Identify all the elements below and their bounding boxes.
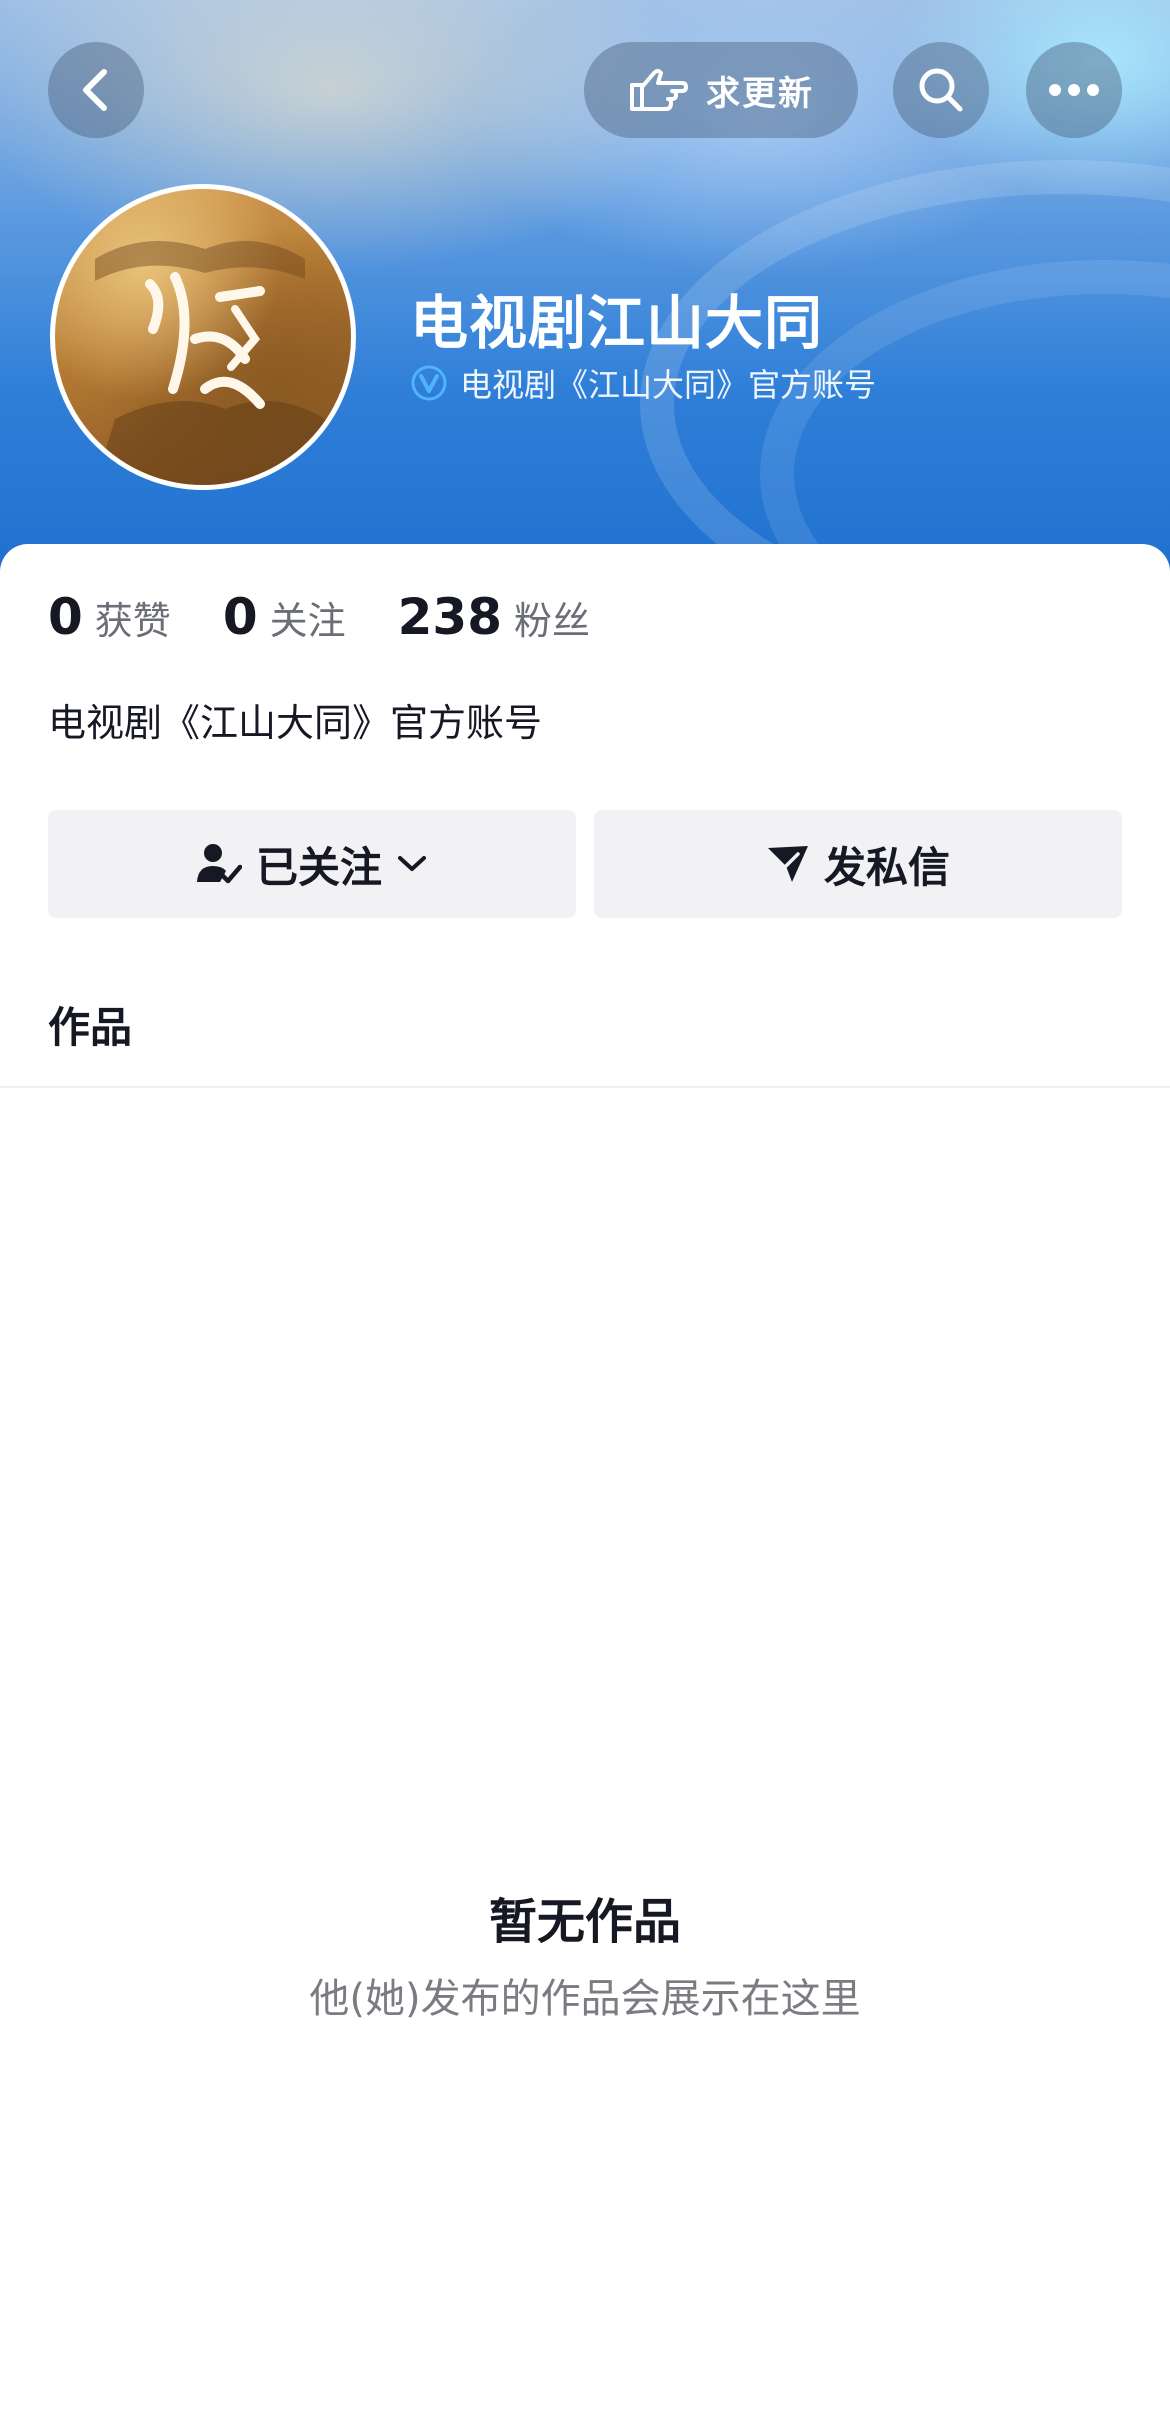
stat-followers-value: 238	[397, 588, 502, 646]
tab-works[interactable]: 作品	[48, 994, 132, 1055]
avatar[interactable]	[50, 184, 356, 490]
send-message-label: 发私信	[823, 842, 950, 892]
profile-name: 电视剧江山大同	[410, 289, 824, 357]
more-button[interactable]	[1026, 42, 1122, 138]
back-button[interactable]	[48, 42, 144, 138]
chevron-left-icon	[83, 69, 107, 111]
tab-divider	[0, 1086, 1170, 1088]
profile-banner: 求更新 电视剧江山大同 电视剧《江山大同》官方账号	[0, 0, 1170, 688]
request-update-label: 求更新	[706, 73, 814, 114]
stat-followers-label: 粉丝	[514, 599, 591, 643]
profile-bio: 电视剧《江山大同》官方账号	[48, 701, 543, 745]
search-button[interactable]	[893, 42, 989, 138]
send-message-button[interactable]: 发私信	[594, 810, 1122, 918]
avatar-artwork	[95, 241, 325, 485]
stat-likes-value: 0	[48, 588, 83, 646]
more-dots-icon	[1049, 84, 1099, 96]
profile-card: 0 获赞 0 关注 238 粉丝 电视剧《江山大同》官方账号 已关注 发私信 作…	[0, 544, 1170, 2414]
pointing-hand-icon	[630, 69, 688, 111]
chevron-down-icon	[398, 856, 426, 871]
followed-label: 已关注	[255, 842, 382, 892]
request-update-button[interactable]: 求更新	[584, 42, 858, 138]
send-icon	[767, 846, 808, 882]
empty-state-subtitle: 他(她)发布的作品会展示在这里	[309, 1976, 861, 2022]
user-check-icon	[196, 844, 242, 884]
followed-button[interactable]: 已关注	[48, 810, 576, 918]
stat-following[interactable]: 0 关注	[223, 588, 346, 646]
empty-state-title: 暂无作品	[488, 1894, 681, 1950]
search-icon	[919, 68, 963, 112]
stat-followers[interactable]: 238 粉丝	[398, 588, 590, 646]
verification-text: 电视剧《江山大同》官方账号	[460, 366, 877, 404]
stat-likes-label: 获赞	[94, 599, 171, 643]
stat-following-value: 0	[222, 588, 258, 646]
verification-line: 电视剧《江山大同》官方账号	[410, 360, 876, 406]
stat-likes[interactable]: 0 获赞	[48, 588, 171, 646]
profile-page: 求更新 电视剧江山大同 电视剧《江山大同》官方账号 0 获赞 0 关注 238 …	[0, 0, 1170, 2414]
stat-following-label: 关注	[269, 599, 346, 643]
stats-row: 0 获赞 0 关注 238 粉丝	[48, 588, 590, 646]
verified-v-icon	[411, 365, 447, 401]
